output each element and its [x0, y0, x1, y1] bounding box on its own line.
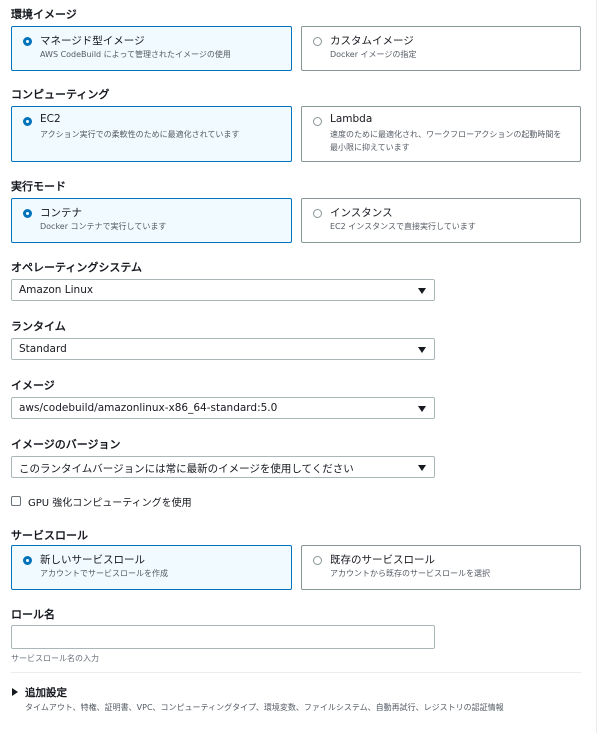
option-title: Lambda: [330, 113, 373, 125]
image-select-value: aws/codebuild/amazonlinux-x86_64-standar…: [19, 402, 278, 414]
caret-down-icon: [418, 288, 426, 294]
option-title: カスタムイメージ: [330, 35, 414, 47]
advanced-settings-toggle[interactable]: 追加設定: [25, 685, 67, 700]
option-title: マネージド型イメージ: [40, 35, 145, 47]
image-label: イメージ: [11, 379, 55, 392]
os-label: オペレーティングシステム: [11, 261, 143, 274]
radio-unselected-icon[interactable]: [313, 209, 322, 218]
runtime-select[interactable]: Standard: [11, 338, 435, 360]
option-title: 既存のサービスロール: [330, 554, 435, 566]
radio-selected-icon[interactable]: [23, 117, 32, 126]
option-existing-service-role[interactable]: 既存のサービスロール アカウントから既存のサービスロールを選択: [301, 545, 581, 590]
option-title: コンテナ: [40, 207, 82, 219]
option-description: アカウントでサービスロールを作成: [40, 569, 168, 578]
option-custom-image[interactable]: カスタムイメージ Docker イメージの指定: [301, 26, 581, 71]
option-managed-image[interactable]: マネージド型イメージ AWS CodeBuild によって管理されたイメージの使…: [11, 26, 292, 71]
option-description: アカウントから既存のサービスロールを選択: [330, 569, 490, 578]
runtime-label: ランタイム: [11, 320, 66, 333]
option-instance[interactable]: インスタンス EC2 インスタンスで直接実行しています: [301, 198, 581, 243]
service-role-label: サービスロール: [11, 529, 88, 542]
image-version-select[interactable]: このランタイムバージョンには常に最新のイメージを使用してください: [11, 456, 435, 478]
page-right-border: [596, 0, 597, 733]
option-description: 速度のために最適化され、ワークフローアクションの起動時間を最小限に抑えています: [330, 130, 562, 152]
option-new-service-role[interactable]: 新しいサービスロール アカウントでサービスロールを作成: [11, 545, 292, 590]
role-name-hint: サービスロール名の入力: [11, 654, 99, 663]
radio-selected-icon[interactable]: [23, 209, 32, 218]
option-description: アクション実行での柔軟性のために最適化されています: [40, 130, 240, 139]
os-select-value: Amazon Linux: [19, 284, 94, 296]
image-version-select-value: このランタイムバージョンには常に最新のイメージを使用してください: [19, 463, 354, 475]
option-title: 新しいサービスロール: [40, 554, 145, 566]
advanced-settings-description: タイムアウト、特権、証明書、VPC、コンピューティングタイプ、環境変数、ファイル…: [25, 703, 504, 712]
gpu-checkbox[interactable]: [11, 496, 21, 506]
environment-image-label: 環境イメージ: [11, 8, 77, 21]
radio-selected-icon[interactable]: [23, 37, 32, 46]
radio-selected-icon[interactable]: [23, 556, 32, 565]
option-description: EC2 インスタンスで直接実行しています: [330, 222, 476, 231]
option-description: AWS CodeBuild によって管理されたイメージの使用: [40, 50, 231, 59]
caret-right-icon[interactable]: [12, 688, 18, 696]
runtime-select-value: Standard: [19, 343, 67, 355]
caret-down-icon: [418, 406, 426, 412]
role-name-label: ロール名: [11, 608, 55, 621]
section-divider: [11, 672, 581, 673]
image-select[interactable]: aws/codebuild/amazonlinux-x86_64-standar…: [11, 397, 435, 419]
gpu-checkbox-label[interactable]: GPU 強化コンピューティングを使用: [28, 494, 192, 509]
run-mode-label: 実行モード: [11, 180, 66, 193]
radio-unselected-icon[interactable]: [313, 117, 322, 126]
option-ec2[interactable]: EC2 アクション実行での柔軟性のために最適化されています: [11, 106, 292, 162]
radio-unselected-icon[interactable]: [313, 37, 322, 46]
option-title: EC2: [40, 113, 61, 125]
caret-down-icon: [418, 347, 426, 353]
role-name-input[interactable]: [11, 625, 435, 649]
image-version-label: イメージのバージョン: [11, 438, 121, 451]
os-select[interactable]: Amazon Linux: [11, 279, 435, 301]
radio-unselected-icon[interactable]: [313, 556, 322, 565]
option-description: Docker コンテナで実行しています: [40, 222, 167, 231]
computing-label: コンピューティング: [11, 88, 110, 101]
option-lambda[interactable]: Lambda 速度のために最適化され、ワークフローアクションの起動時間を最小限に…: [301, 106, 581, 162]
caret-down-icon: [418, 465, 426, 471]
option-container[interactable]: コンテナ Docker コンテナで実行しています: [11, 198, 292, 243]
option-title: インスタンス: [330, 207, 393, 219]
option-description: Docker イメージの指定: [330, 50, 417, 59]
